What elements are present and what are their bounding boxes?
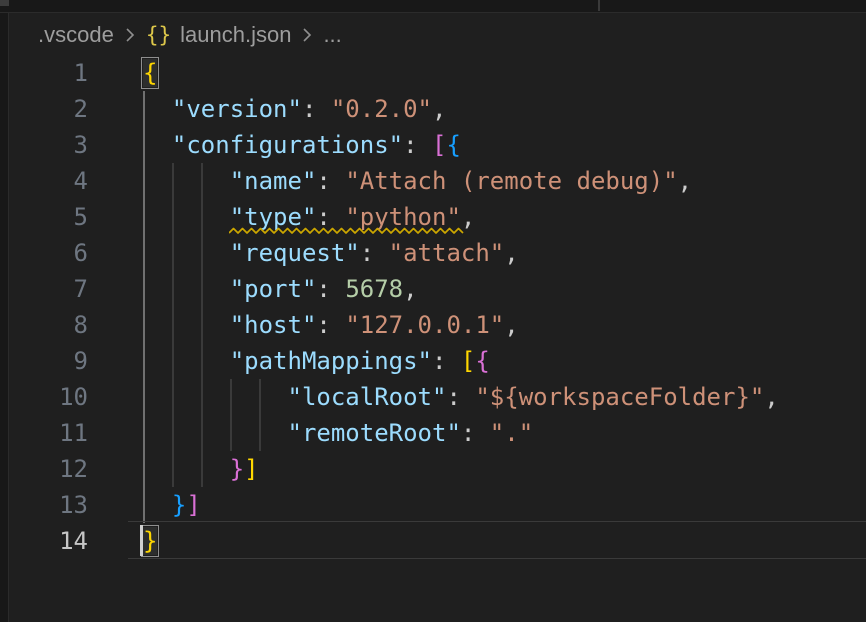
- breadcrumb-file[interactable]: launch.json: [180, 22, 291, 48]
- line-number[interactable]: 4: [10, 163, 88, 199]
- matched-bracket: }: [143, 527, 157, 555]
- line-content: "request": "attach",: [143, 235, 519, 271]
- editor-tab-bar[interactable]: [0, 0, 866, 13]
- chevron-right-icon: [300, 24, 314, 46]
- code-line[interactable]: 8 "host": "127.0.0.1",: [10, 307, 866, 343]
- code-line[interactable]: 11 "remoteRoot": ".": [10, 415, 866, 451]
- line-number[interactable]: 12: [10, 451, 88, 487]
- line-number[interactable]: 10: [10, 379, 88, 415]
- code-line[interactable]: 7 "port": 5678,: [10, 271, 866, 307]
- line-number[interactable]: 13: [10, 487, 88, 523]
- line-content: "localRoot": "${workspaceFolder}",: [143, 379, 779, 415]
- code-line[interactable]: 4 "name": "Attach (remote debug)",: [10, 163, 866, 199]
- line-number[interactable]: 1: [10, 55, 88, 91]
- code-line[interactable]: 6 "request": "attach",: [10, 235, 866, 271]
- line-number[interactable]: 3: [10, 127, 88, 163]
- line-content: }]: [143, 451, 259, 487]
- window-chrome-fragment: [0, 0, 9, 6]
- code-line[interactable]: 10 "localRoot": "${workspaceFolder}",: [10, 379, 866, 415]
- line-content: "version": "0.2.0",: [143, 91, 446, 127]
- breadcrumb-symbol[interactable]: ...: [323, 22, 341, 48]
- json-braces-icon: {}: [146, 23, 171, 47]
- line-content: "host": "127.0.0.1",: [143, 307, 519, 343]
- line-content: "port": 5678,: [143, 271, 418, 307]
- line-content: {: [143, 55, 157, 91]
- line-content: }]: [143, 487, 201, 523]
- line-number[interactable]: 5: [10, 199, 88, 235]
- line-content: "pathMappings": [{: [143, 343, 490, 379]
- line-content: }: [143, 523, 157, 559]
- line-content: "remoteRoot": ".": [143, 415, 533, 451]
- tab-divider: [598, 0, 600, 11]
- code-line[interactable]: 2 "version": "0.2.0",: [10, 91, 866, 127]
- code-line[interactable]: 9 "pathMappings": [{: [10, 343, 866, 379]
- matched-bracket: {: [143, 59, 157, 87]
- breadcrumb-folder[interactable]: .vscode: [38, 22, 114, 48]
- code-line[interactable]: 14}: [10, 523, 866, 559]
- line-number[interactable]: 8: [10, 307, 88, 343]
- warning-squiggle: [229, 226, 465, 236]
- vscode-window: .vscode {} launch.json ... 1{2 "version"…: [0, 0, 866, 622]
- line-content: "configurations": [{: [143, 127, 461, 163]
- code-line[interactable]: 3 "configurations": [{: [10, 127, 866, 163]
- line-number[interactable]: 11: [10, 415, 88, 451]
- line-number[interactable]: 2: [10, 91, 88, 127]
- sidebar-edge: [0, 13, 9, 622]
- code-line[interactable]: 12 }]: [10, 451, 866, 487]
- code-line[interactable]: 1{: [10, 55, 866, 91]
- chevron-right-icon: [123, 24, 137, 46]
- line-number[interactable]: 7: [10, 271, 88, 307]
- line-number[interactable]: 14: [10, 523, 88, 559]
- code-line[interactable]: 13 }]: [10, 487, 866, 523]
- line-number[interactable]: 6: [10, 235, 88, 271]
- line-content: "name": "Attach (remote debug)",: [143, 163, 692, 199]
- line-number[interactable]: 9: [10, 343, 88, 379]
- text-cursor: [140, 525, 143, 556]
- code-editor[interactable]: 1{2 "version": "0.2.0",3 "configurations…: [10, 55, 866, 559]
- breadcrumb: .vscode {} launch.json ...: [38, 19, 342, 51]
